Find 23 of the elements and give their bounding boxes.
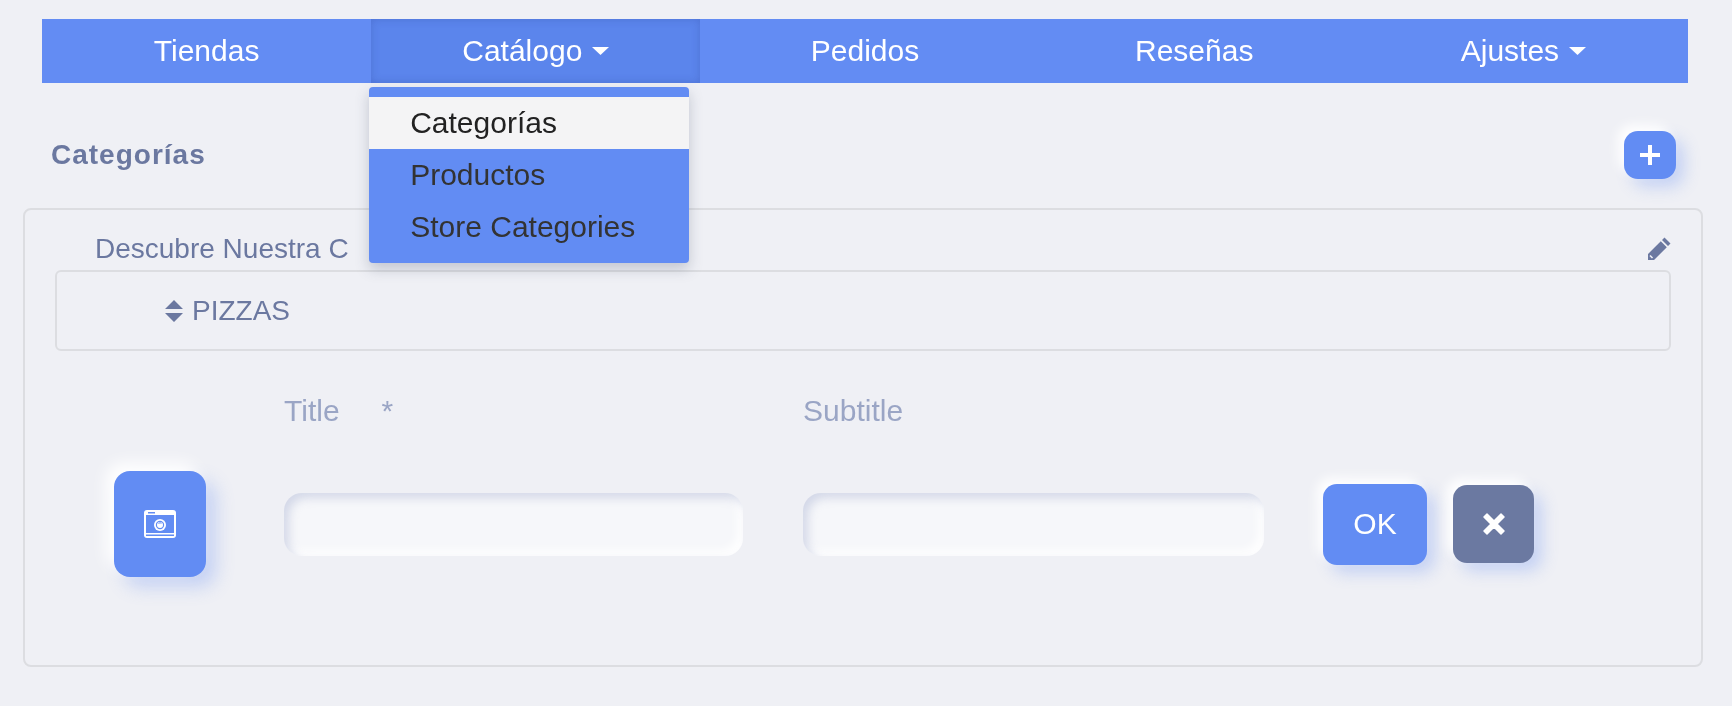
field-label: Subtitle: [803, 396, 904, 426]
category-name[interactable]: PIZZAS: [192, 295, 290, 326]
text-input[interactable]: [803, 492, 1264, 556]
menu-item[interactable]: Categorías: [369, 97, 690, 149]
camera-icon: [144, 510, 176, 538]
add-button[interactable]: [1624, 131, 1676, 179]
page-title: Categorías: [51, 138, 206, 172]
plus-icon: [1640, 145, 1660, 165]
sort-icon[interactable]: [165, 299, 183, 322]
close-icon: [1482, 513, 1505, 535]
menu-item[interactable]: Store Categories: [369, 201, 690, 253]
field-label: Title: [284, 396, 340, 426]
cancel-button[interactable]: [1453, 485, 1534, 563]
text-input[interactable]: [284, 492, 743, 556]
nav-tab[interactable]: Catálogo: [371, 19, 701, 83]
card-title: Descubre Nuestra C: [95, 234, 349, 264]
caret-icon: [592, 47, 610, 55]
pencil-icon[interactable]: [1647, 237, 1671, 261]
image-upload-button[interactable]: [114, 471, 206, 577]
required-mark: *: [381, 396, 394, 426]
menu-item[interactable]: Productos: [369, 149, 690, 201]
confirm-button[interactable]: OK: [1323, 483, 1427, 565]
caret-icon: [1569, 47, 1587, 55]
